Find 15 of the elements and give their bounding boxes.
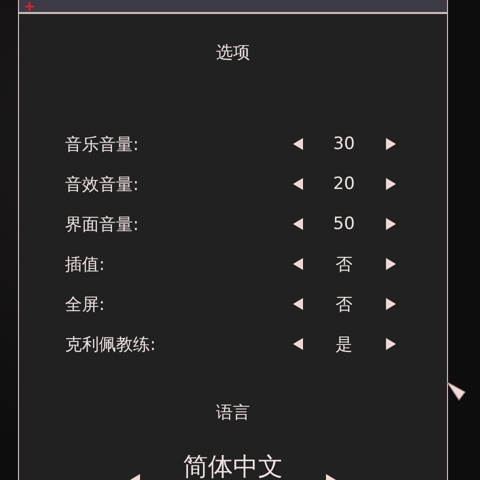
screen-title: 选项 <box>216 42 250 65</box>
option-label: 音乐音量: <box>65 134 140 156</box>
option-label: 克利佩教练: <box>65 334 157 356</box>
language-value: 简体中文 <box>182 452 284 480</box>
option-value: 50 <box>332 214 356 234</box>
option-value: 20 <box>332 174 356 194</box>
option-label: 插值: <box>65 254 106 276</box>
option-value: 是 <box>334 334 354 356</box>
option-label: 界面音量: <box>65 214 140 236</box>
option-value: 30 <box>332 134 356 154</box>
option-value: 否 <box>334 254 354 276</box>
option-value: 否 <box>334 294 354 316</box>
option-label: 全屏: <box>65 294 106 316</box>
option-label: 音效音量: <box>65 174 140 196</box>
section-title: 语言 <box>216 402 250 425</box>
